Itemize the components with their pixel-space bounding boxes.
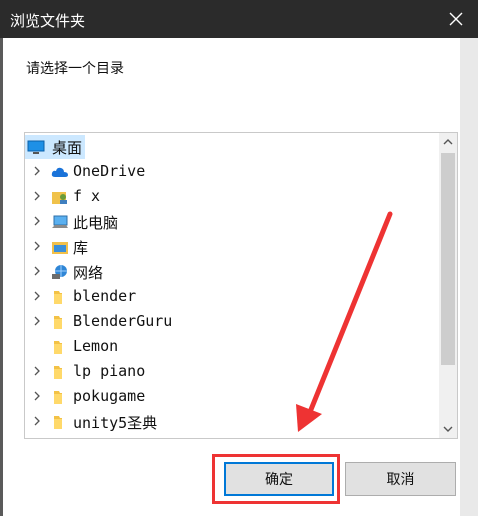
tree-item-label: OneDrive (73, 162, 146, 180)
chevron-right-icon[interactable] (31, 315, 43, 327)
tree-item-label: 桌面 (52, 139, 83, 157)
tree-item-label: 库 (73, 239, 89, 257)
tree-item-label: Lemon (73, 337, 119, 355)
folder-tree[interactable]: 桌面 OneDrive f x 此电脑 库 网络 blender Blender… (24, 132, 458, 439)
tree-item-this-pc[interactable]: 此电脑 (25, 210, 437, 234)
user-folder-icon (52, 192, 67, 204)
background-window-edge-right (460, 38, 478, 516)
chevron-right-icon[interactable] (31, 365, 43, 377)
folder-icon (54, 291, 62, 304)
tree-item-label: lp piano (73, 362, 146, 380)
scroll-down-button[interactable] (439, 420, 457, 438)
desktop-icon (27, 140, 45, 154)
chevron-right-icon[interactable] (31, 240, 43, 252)
tree-item-folder[interactable]: BlenderGuru (25, 310, 437, 334)
ok-button[interactable]: 确定 (224, 462, 334, 496)
close-button[interactable] (442, 5, 470, 33)
cancel-button[interactable]: 取消 (345, 462, 456, 496)
tree-item-folder[interactable]: lp piano (25, 360, 437, 384)
tree-item-folder[interactable]: unity5圣典 (25, 410, 437, 434)
tree-item-folder[interactable]: blender (25, 285, 437, 309)
tree-item-folder[interactable]: Lemon (25, 335, 437, 359)
chevron-right-icon[interactable] (31, 265, 43, 277)
tree-item-library[interactable]: 库 (25, 235, 437, 259)
tree-item-label: unity5圣典 (73, 414, 158, 432)
tree-item-label: pokugame (73, 387, 146, 405)
chevron-right-icon[interactable] (31, 190, 43, 202)
chevron-right-icon[interactable] (31, 290, 43, 302)
tree-item-label: blender (73, 287, 137, 305)
network-icon (52, 265, 67, 279)
computer-icon (52, 215, 68, 228)
close-icon (449, 12, 463, 26)
chevron-down-icon (443, 426, 453, 432)
folder-icon (54, 366, 62, 379)
tree-item-onedrive[interactable]: OneDrive (25, 160, 437, 184)
background-window-edge (0, 38, 3, 516)
scroll-up-button[interactable] (439, 133, 457, 151)
chevron-right-icon[interactable] (31, 165, 43, 177)
folder-icon (54, 316, 62, 329)
folder-icon (54, 341, 62, 354)
chevron-right-icon[interactable] (31, 215, 43, 227)
tree-item-label: BlenderGuru (73, 312, 173, 330)
title-bar: 浏览文件夹 (0, 0, 478, 38)
folder-icon (54, 391, 62, 404)
tree-item-network[interactable]: 网络 (25, 260, 437, 284)
dialog-prompt: 请选择一个目录 (26, 61, 124, 77)
folder-icon (54, 416, 62, 429)
tree-item-desktop[interactable]: 桌面 (25, 135, 85, 159)
cloud-icon (51, 167, 68, 177)
tree-item-label: f x (73, 187, 101, 205)
tree-item-label: 此电脑 (73, 214, 119, 232)
library-icon (52, 242, 68, 254)
window-title: 浏览文件夹 (10, 12, 86, 30)
vertical-scrollbar[interactable] (439, 133, 457, 438)
chevron-right-icon[interactable] (31, 390, 43, 402)
chevron-right-icon[interactable] (31, 415, 43, 427)
scrollbar-thumb[interactable] (441, 153, 455, 365)
chevron-up-icon (443, 139, 453, 145)
tree-item-label: 网络 (73, 264, 104, 282)
tree-item-folder[interactable]: pokugame (25, 385, 437, 409)
tree-item-user[interactable]: f x (25, 185, 437, 209)
